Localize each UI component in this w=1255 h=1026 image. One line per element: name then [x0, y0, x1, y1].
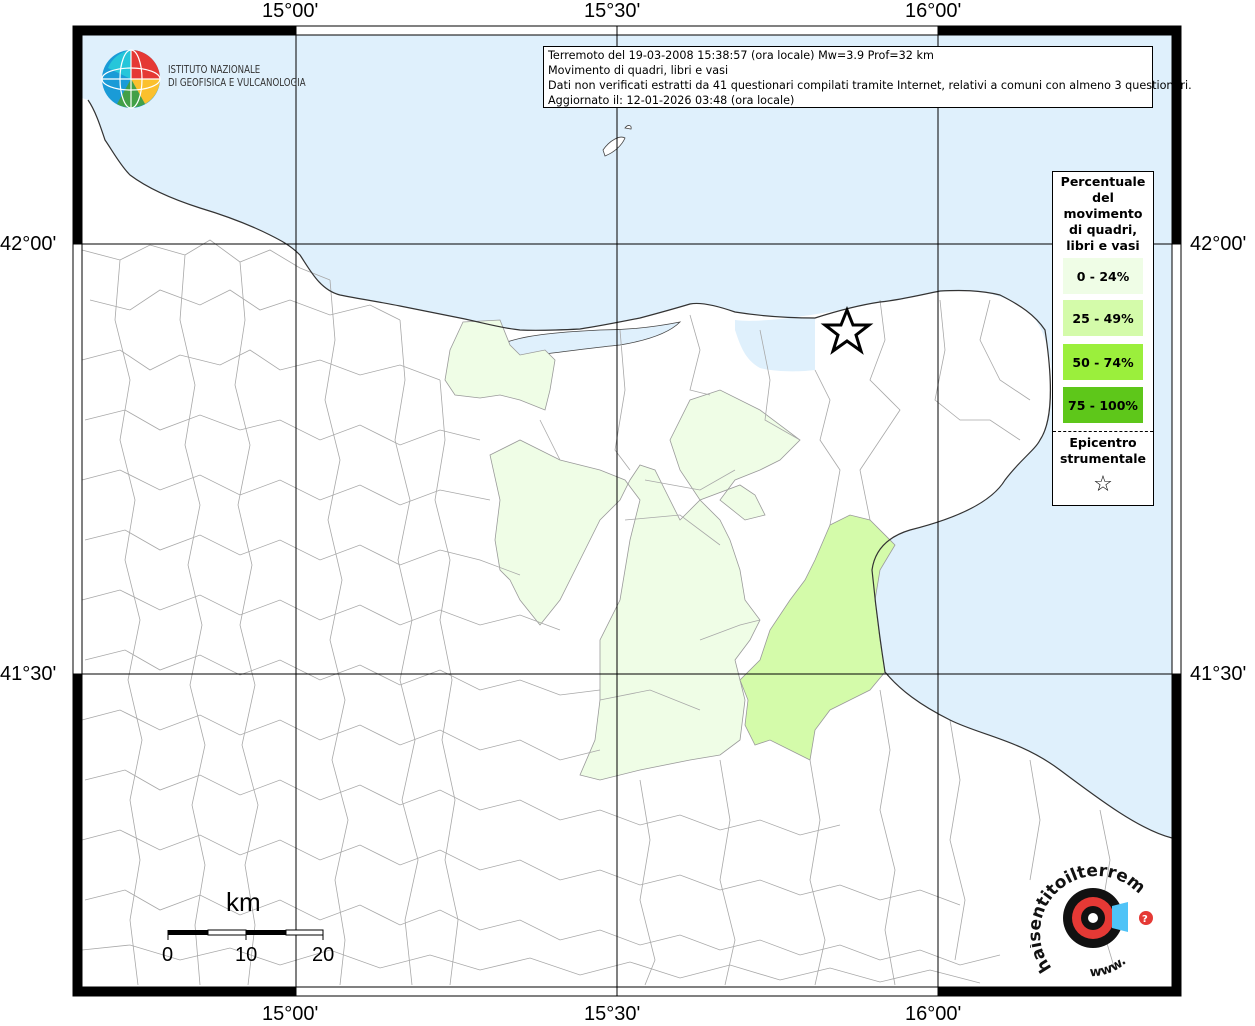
- top-longitude-label-3: 16°00': [905, 0, 962, 22]
- legend-title-line: libri e vasi: [1066, 238, 1140, 253]
- legend-class-50-74: 50 - 74%: [1063, 344, 1143, 380]
- legend-epicenter-line: strumentale: [1059, 451, 1147, 466]
- scale-tick-10: 10: [235, 944, 258, 966]
- info-line-event: Terremoto del 19-03-2008 15:38:57 (ora l…: [548, 49, 934, 62]
- ingv-name-line1: ISTITUTO NAZIONALE: [168, 64, 261, 76]
- bottom-longitude-label-1: 15°00': [262, 1003, 319, 1025]
- legend-separator: [1053, 431, 1153, 432]
- bottom-longitude-label-3: 16°00': [905, 1003, 962, 1025]
- legend-title-line: di quadri,: [1068, 222, 1137, 237]
- svg-text:?: ?: [1142, 914, 1148, 925]
- top-longitude-label-2: 15°30': [584, 0, 641, 22]
- ingv-logo-icon: [101, 49, 161, 109]
- legend: Percentuale del movimento di quadri, lib…: [1052, 171, 1154, 506]
- info-line-effect: Movimento di quadri, libri e vasi: [548, 64, 729, 77]
- legend-title-line: del: [1092, 190, 1114, 205]
- scale-unit: km: [226, 887, 261, 917]
- legend-title-line: movimento: [1063, 206, 1143, 221]
- legend-title: Percentuale del movimento di quadri, lib…: [1053, 172, 1153, 254]
- haisentito-logo-icon[interactable]: haisentitoilterremoto.it www. ?: [1030, 858, 1170, 983]
- scale-tick-20: 20: [312, 944, 335, 966]
- legend-epicenter-line: Epicentro: [1069, 435, 1137, 450]
- right-latitude-label-2: 41°30': [1190, 663, 1247, 685]
- bottom-longitude-label-2: 15°30': [584, 1003, 641, 1025]
- left-latitude-label-1: 42°00': [0, 233, 57, 255]
- legend-epicenter-label: Epicentro strumentale: [1053, 435, 1153, 467]
- legend-title-line: Percentuale: [1060, 174, 1146, 189]
- legend-class-25-49: 25 - 49%: [1063, 300, 1143, 336]
- info-line-data: Dati non verificati estratti da 41 quest…: [548, 79, 1192, 92]
- right-latitude-label-1: 42°00': [1190, 233, 1247, 255]
- legend-class-75-100: 75 - 100%: [1063, 387, 1143, 423]
- ingv-name: ISTITUTO NAZIONALE DI GEOFISICA E VULCAN…: [168, 64, 306, 90]
- scale-tick-0: 0: [162, 944, 174, 966]
- earthquake-info-box: Terremoto del 19-03-2008 15:38:57 (ora l…: [543, 46, 1192, 108]
- info-line-updated: Aggiornato il: 12-01-2026 03:48 (ora loc…: [548, 94, 795, 107]
- watermark-www: www.: [1089, 954, 1129, 980]
- left-latitude-label-2: 41°30': [0, 663, 57, 685]
- legend-class-0-24: 0 - 24%: [1063, 258, 1143, 294]
- top-longitude-label-1: 15°00': [262, 0, 319, 22]
- ingv-name-line2: DI GEOFISICA E VULCANOLOGIA: [168, 77, 306, 89]
- legend-star-icon: ☆: [1093, 472, 1113, 497]
